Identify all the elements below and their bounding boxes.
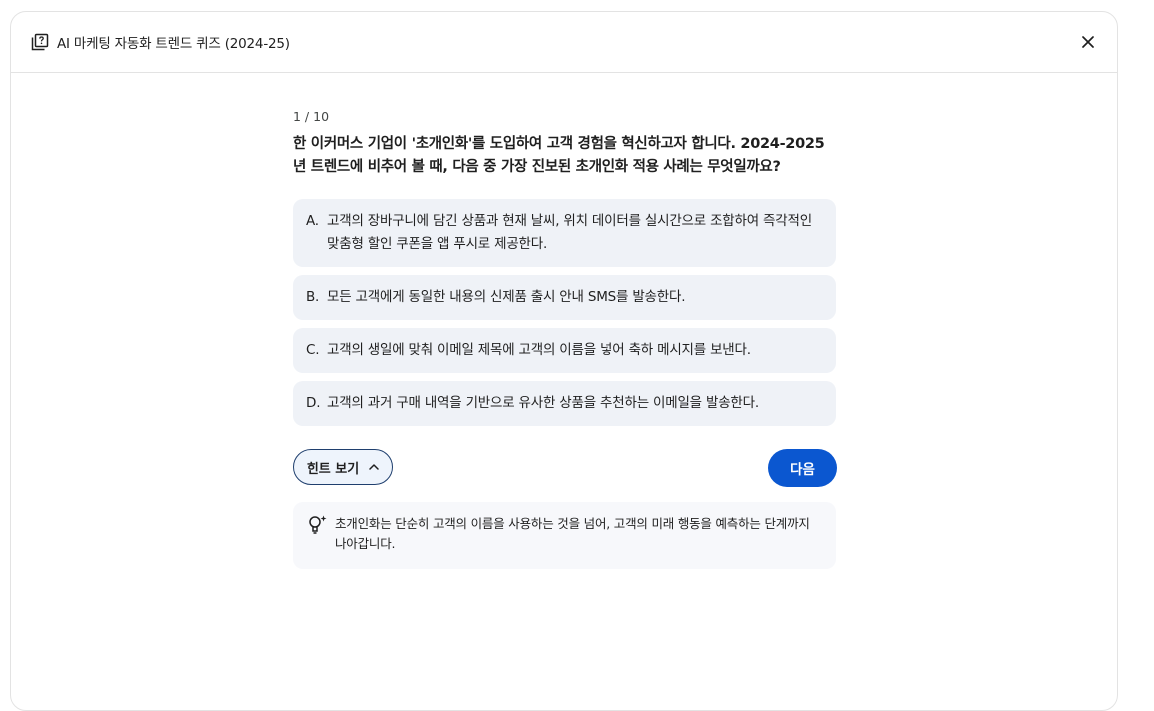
hint-text: 초개인화는 단순히 고객의 이름을 사용하는 것을 넘어, 고객의 미래 행동을… bbox=[335, 516, 810, 551]
hint-button-label: 힌트 보기 bbox=[306, 461, 360, 477]
quiz-actions: 힌트 보기 다음 bbox=[293, 449, 837, 487]
dialog-title: AI 마케팅 자동화 트렌드 퀴즈 (2024-25) bbox=[57, 36, 290, 52]
question-counter: 1 / 10 bbox=[293, 109, 330, 124]
option-letter: D. bbox=[306, 395, 321, 411]
option-text: 고객의 생일에 맞춰 이메일 제목에 고객의 이름을 넣어 축하 메시지를 보낸… bbox=[327, 342, 751, 358]
chevron-up-icon bbox=[369, 464, 379, 470]
quiz-dialog: AI 마케팅 자동화 트렌드 퀴즈 (2024-25) 1 / 10 한 이커머… bbox=[10, 11, 1118, 711]
option-a[interactable]: A. 고객의 장바구니에 담긴 상품과 현재 날씨, 위치 데이터를 실시간으로… bbox=[293, 199, 836, 267]
question-text: 한 이커머스 기업이 '초개인화'를 도입하여 고객 경험을 혁신하고자 합니다… bbox=[293, 136, 825, 175]
option-letter: C. bbox=[306, 342, 320, 358]
lightbulb-icon bbox=[307, 514, 329, 536]
quiz-icon bbox=[31, 33, 49, 51]
option-text: 고객의 과거 구매 내역을 기반으로 유사한 상품을 추천하는 이메일을 발송한… bbox=[327, 395, 759, 411]
option-c[interactable]: C. 고객의 생일에 맞춰 이메일 제목에 고객의 이름을 넣어 축하 메시지를… bbox=[293, 328, 836, 373]
dialog-header: AI 마케팅 자동화 트렌드 퀴즈 (2024-25) bbox=[11, 12, 1117, 73]
hint-panel: 초개인화는 단순히 고객의 이름을 사용하는 것을 넘어, 고객의 미래 행동을… bbox=[293, 502, 836, 569]
next-button[interactable]: 다음 bbox=[768, 449, 837, 487]
option-text: 모든 고객에게 동일한 내용의 신제품 출시 안내 SMS를 발송한다. bbox=[327, 289, 686, 305]
option-letter: B. bbox=[306, 289, 320, 305]
option-b[interactable]: B. 모든 고객에게 동일한 내용의 신제품 출시 안내 SMS를 발송한다. bbox=[293, 275, 836, 320]
quiz-content: 1 / 10 한 이커머스 기업이 '초개인화'를 도입하여 고객 경험을 혁신… bbox=[293, 109, 837, 569]
option-d[interactable]: D. 고객의 과거 구매 내역을 기반으로 유사한 상품을 추천하는 이메일을 … bbox=[293, 381, 836, 426]
close-button[interactable] bbox=[1075, 29, 1101, 55]
show-hint-button[interactable]: 힌트 보기 bbox=[293, 449, 393, 485]
close-icon bbox=[1082, 36, 1094, 48]
option-text: 고객의 장바구니에 담긴 상품과 현재 날씨, 위치 데이터를 실시간으로 조합… bbox=[327, 213, 812, 252]
option-letter: A. bbox=[306, 213, 319, 229]
